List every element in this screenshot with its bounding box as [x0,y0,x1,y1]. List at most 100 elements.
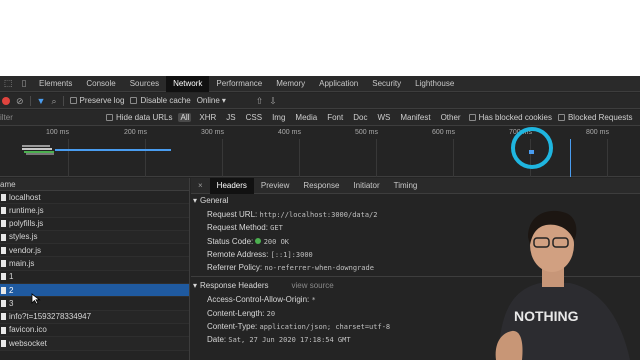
view-source-link[interactable]: view source [292,279,334,293]
request-name: localhost [9,192,41,202]
export-har-icon[interactable]: ⇩ [269,93,277,109]
timeline-tick: 600 ms [432,129,455,136]
tab-elements[interactable]: Elements [32,76,79,92]
filter-type-css[interactable]: CSS [244,113,264,122]
filter-icon[interactable]: ▼ [37,93,46,109]
tab-memory[interactable]: Memory [269,76,312,92]
filter-type-font[interactable]: Font [325,113,345,122]
timeline-gridline [453,139,454,177]
inspect-icon[interactable]: ⬚ [0,76,16,92]
header-value: GET [270,224,283,233]
tab-application[interactable]: Application [312,76,365,92]
header-key: Request URL: [207,210,258,219]
request-row[interactable]: vendor.js [0,244,189,258]
header-value: 200 OK [263,237,290,246]
header-key: Remote Address: [207,249,269,259]
filter-type-doc[interactable]: Doc [351,113,369,122]
file-icon [1,326,6,334]
throttle-select[interactable]: Online ▾ [197,96,226,105]
timeline-gridline [145,139,146,177]
import-har-icon[interactable]: ⇧ [256,93,264,109]
tab-response[interactable]: Response [296,178,346,194]
toolbar-divider [29,95,31,106]
header-value: [::1]:3000 [270,250,313,259]
header-value: Sat, 27 Jun 2020 17:18:54 GMT [228,336,351,345]
request-row[interactable]: 1 [0,271,189,285]
header-value: 20 [266,309,276,318]
request-name: polyfills.js [9,219,44,229]
filter-input[interactable]: ilter [0,113,100,122]
timeline-request-marker [529,150,534,154]
tab-initiator[interactable]: Initiator [346,178,386,194]
toolbar-divider [62,95,64,106]
chevron-down-icon: ▾ [193,196,198,205]
header-key: Referrer Policy: [207,263,263,273]
request-row[interactable]: favicon.ico [0,324,189,338]
request-name: main.js [9,258,35,268]
request-row[interactable]: main.js [0,257,189,271]
tab-console[interactable]: Console [79,76,122,92]
filter-type-media[interactable]: Media [293,113,319,122]
request-name: 1 [9,272,14,282]
has-blocked-cookies-checkbox[interactable]: Has blocked cookies [468,113,552,122]
clear-icon[interactable]: ⊘ [16,93,24,109]
request-name: 2 [9,285,14,295]
screen: { "devtools": { "tabs": ["Elements", "Co… [0,0,640,360]
timeline-tick: 100 ms [46,129,69,136]
throttle-value: Online [196,96,220,105]
request-row[interactable]: 3 [0,297,189,311]
timeline-tick: 400 ms [278,129,301,136]
header-key: Status Code: [207,236,254,246]
timeline-request-bar [55,149,171,151]
request-row[interactable]: styles.js [0,230,189,245]
request-name: runtime.js [9,205,44,215]
tab-preview[interactable]: Preview [254,178,296,194]
record-icon[interactable] [2,96,10,105]
checkbox-box [557,114,565,121]
tab-timing[interactable]: Timing [387,178,425,194]
search-icon[interactable]: ⌕ [51,93,56,109]
presenter-shirt-text: NOTHING [514,308,579,324]
tab-lighthouse[interactable]: Lighthouse [408,76,461,92]
tab-headers[interactable]: Headers [209,177,254,194]
timeline-tick: 800 ms [586,129,609,136]
filter-type-ws[interactable]: WS [375,113,392,122]
tab-network[interactable]: Network [166,75,210,92]
disable-cache-label: Disable cache [140,96,191,105]
blocked-requests-label: Blocked Requests [567,113,633,122]
request-row[interactable]: websocket [0,337,189,351]
filter-type-js[interactable]: JS [224,113,237,122]
name-column-header[interactable]: ame [0,178,189,191]
header-key: Access-Control-Allow-Origin: [207,295,310,305]
device-toggle-icon[interactable]: ▯ [16,76,32,92]
chevron-down-icon: ▾ [193,281,198,291]
tab-sources[interactable]: Sources [123,76,166,92]
chevron-down-icon: ▾ [221,96,226,105]
request-row[interactable]: polyfills.js [0,218,189,231]
hide-data-urls-checkbox[interactable]: Hide data URLs [106,113,172,122]
request-row[interactable]: info?t=1593278334947 [0,310,189,324]
request-row-selected[interactable]: 2 [0,284,189,298]
request-row[interactable]: runtime.js [0,204,189,218]
devtools-tabbar: ⬚ ▯ Elements Console Sources Network Per… [0,75,640,92]
disable-cache-checkbox[interactable]: Disable cache [130,96,191,105]
file-icon [1,206,6,214]
tab-performance[interactable]: Performance [209,76,269,92]
blocked-requests-checkbox[interactable]: Blocked Requests [557,113,633,122]
file-icon [1,220,6,228]
timeline-gridline [222,139,223,177]
close-icon[interactable]: × [191,178,210,194]
tab-security[interactable]: Security [365,76,408,92]
preserve-log-checkbox[interactable]: Preserve log [69,96,124,105]
mouse-pointer-icon [31,293,41,305]
timeline-gridline [299,139,300,177]
filter-type-other[interactable]: Other [439,113,463,122]
filter-type-xhr[interactable]: XHR [197,113,218,122]
presenter-hand [495,330,523,360]
request-row[interactable]: localhost [0,191,189,205]
filter-type-all[interactable]: All [178,113,192,122]
file-icon [1,260,6,268]
header-value: application/json; charset=utf-8 [259,323,391,332]
filter-type-manifest[interactable]: Manifest [398,113,432,122]
filter-type-img[interactable]: Img [270,113,287,122]
